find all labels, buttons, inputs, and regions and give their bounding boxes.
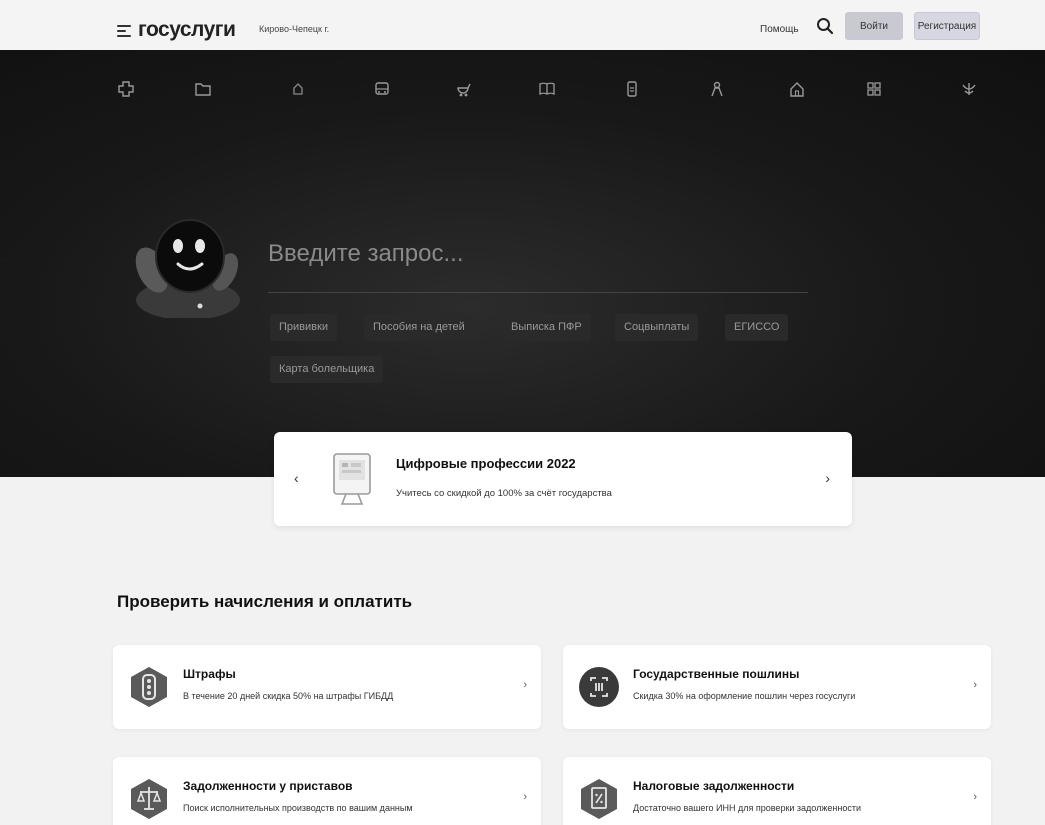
register-button[interactable]: Регистрация [914,12,980,40]
quick-chip[interactable]: Выписка ПФР [502,314,591,341]
house-icon [790,82,804,97]
traffic-light-icon [131,667,167,707]
category-label [258,104,338,122]
chevron-right-icon: › [973,679,977,691]
city-selector[interactable]: Кирово-Чепецк г. [259,24,329,34]
payment-card-title: Налоговые задолженности [633,779,795,793]
quick-chip[interactable]: Пособия на детей [364,314,474,341]
folder-icon [195,83,211,96]
category-label [757,104,837,122]
category-label [424,104,504,122]
emblem-icon [962,83,976,95]
category-label [163,104,243,122]
payment-card-subtitle: Скидка 30% на оформление пошлин через го… [633,691,856,701]
search-input[interactable]: Введите запрос... [268,240,808,293]
category-security[interactable] [258,80,338,122]
site-logo[interactable]: госуслуги [138,18,236,42]
category-label [86,104,166,122]
quick-chip[interactable]: ЕГИССО [725,314,789,341]
login-button[interactable]: Войти [845,12,903,40]
category-property[interactable] [757,80,837,122]
hero-banner: Введите запрос... Прививки Пособия на де… [0,50,1045,477]
carousel-prev-button[interactable]: ‹ [294,470,299,486]
phone-icon [627,81,637,97]
payment-card-title: Государственные пошлины [633,667,800,681]
stroller-icon [457,83,471,97]
section-title: Проверить начисления и оплатить [117,592,413,611]
scales-icon [131,779,167,819]
help-link[interactable]: Помощь [760,24,799,35]
promo-title[interactable]: Цифровые профессии 2022 [396,456,576,471]
robot-mascot [135,219,240,318]
payment-card-subtitle: Поиск исполнительных производств по ваши… [183,803,413,813]
category-education[interactable] [507,80,587,122]
payment-card-bailiffs[interactable]: Задолженности у приставов Поиск исполнит… [113,757,541,825]
category-label [592,104,672,122]
category-children[interactable] [424,80,504,122]
category-transport[interactable] [342,80,422,122]
category-family[interactable] [163,80,243,122]
tax-document-icon [581,779,617,819]
payment-card-subtitle: Достаточно вашего ИНН для проверки задол… [633,803,861,813]
payment-card-duties[interactable]: Государственные пошлины Скидка 30% на оф… [563,645,991,729]
payment-card-fines[interactable]: Штрафы В течение 20 дней скидка 50% на ш… [113,645,541,729]
payment-card-title: Штрафы [183,667,236,681]
category-other[interactable] [834,80,914,122]
menu-icon[interactable] [117,25,131,37]
category-registration[interactable] [592,80,672,122]
top-header: госуслуги Кирово-Чепецк г. Помощь Войти … [0,0,1045,50]
quick-chip[interactable]: Карта болельщика [270,356,384,383]
category-label [342,104,422,122]
medical-icon [118,81,134,97]
chevron-right-icon: › [523,791,527,803]
category-pension[interactable] [677,80,757,122]
payment-card-title: Задолженности у приставов [183,779,353,793]
category-label [507,104,587,122]
category-label [677,104,757,122]
bus-icon [375,82,389,95]
book-icon [539,82,555,96]
grid-icon [867,82,881,96]
payment-card-subtitle: В течение 20 дней скидка 50% на штрафы Г… [183,691,394,701]
promo-carousel: ‹ Цифровые профессии 2022 Учитесь со ски… [274,432,852,526]
payment-card-taxes[interactable]: Налоговые задолженности Достаточно вашег… [563,757,991,825]
shield-icon [293,83,303,95]
chevron-right-icon: › [973,791,977,803]
person-icon [711,81,723,97]
carousel-next-button[interactable]: › [825,470,830,486]
category-label [834,104,914,122]
category-authorities[interactable] [929,80,1009,122]
category-label [929,104,1009,122]
quick-chip[interactable]: Прививки [270,314,337,341]
chevron-right-icon: › [523,679,527,691]
category-health[interactable] [86,80,166,122]
receipt-icon [579,667,619,707]
promo-subtitle: Учитесь со скидкой до 100% за счёт госуд… [396,488,612,499]
search-icon[interactable] [816,17,834,35]
quick-chip[interactable]: Соцвыплаты [615,314,699,341]
monitor-icon [333,453,371,505]
